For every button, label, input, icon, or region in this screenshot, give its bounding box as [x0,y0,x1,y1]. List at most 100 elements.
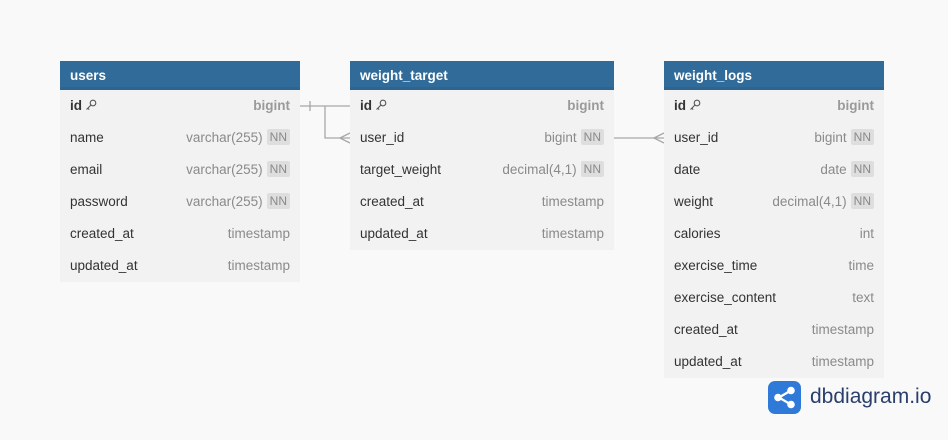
field-type: decimal(4,1) NN [772,186,874,218]
field-row[interactable]: password varchar(255) NN [60,186,300,218]
field-name-text: id [674,98,686,113]
field-name-text: user_id [360,130,405,145]
field-type-text: date [820,162,847,177]
field-type-text: timestamp [541,194,604,209]
field-name-text: target_weight [360,162,442,177]
field-type-text: timestamp [811,322,874,337]
field-type-text: bigint [837,98,874,113]
field-row[interactable]: updated_at timestamp [664,346,884,378]
field-name-text: name [70,130,104,145]
field-name: target_weight [360,154,441,186]
field-row[interactable]: date date NN [664,154,884,186]
field-row[interactable]: id bigint [664,90,884,122]
field-name: created_at [674,314,738,346]
field-type: varchar(255) NN [186,122,290,154]
field-type: varchar(255) NN [186,154,290,186]
field-name: created_at [70,218,134,250]
field-type-text: timestamp [541,226,604,241]
field-name: id [674,90,701,122]
key-icon [375,91,387,110]
field-name-text: calories [674,226,721,241]
not-null-badge: NN [850,193,874,209]
field-name-text: created_at [674,322,738,337]
field-type-text: varchar(255) [186,194,263,209]
not-null-badge: NN [266,193,290,209]
field-name: password [70,186,128,218]
field-type: date NN [820,154,874,186]
field-row[interactable]: user_id bigint NN [664,122,884,154]
field-name: created_at [360,186,424,218]
table-title[interactable]: users [60,61,300,90]
field-name-text: updated_at [674,354,742,369]
field-type: bigint NN [544,122,604,154]
field-name: updated_at [360,218,428,250]
field-row[interactable]: email varchar(255) NN [60,154,300,186]
field-row[interactable]: created_at timestamp [60,218,300,250]
field-name: user_id [674,122,718,154]
relationship-users-weight-target[interactable] [300,101,351,144]
not-null-badge: NN [850,129,874,145]
field-type-text: decimal(4,1) [502,162,577,177]
field-type: timestamp [542,218,604,250]
not-null-badge: NN [580,161,604,177]
field-row[interactable]: exercise_content text [664,282,884,314]
field-type: bigint [567,90,604,122]
field-row[interactable]: created_at timestamp [350,186,614,218]
not-null-badge: NN [580,129,604,145]
field-type-text: time [848,258,874,273]
field-type: time [848,250,874,282]
table-users[interactable]: users id bigint name varchar(255) NN email var… [60,61,300,282]
field-row[interactable]: target_weight decimal(4,1) NN [350,154,614,186]
field-type-text: timestamp [227,258,290,273]
field-type: decimal(4,1) NN [502,154,604,186]
field-name: user_id [360,122,404,154]
field-type: bigint [253,90,290,122]
field-row[interactable]: user_id bigint NN [350,122,614,154]
table-title[interactable]: weight_logs [664,61,884,90]
field-type-text: bigint [544,130,577,145]
table-weight-target[interactable]: weight_target id bigint user_id bigint NN tar… [350,61,614,250]
field-name: email [70,154,102,186]
field-type-text: decimal(4,1) [772,194,847,209]
field-list: id bigint name varchar(255) NN email varchar(2… [60,90,300,282]
key-icon [85,91,97,110]
share-nodes-icon [768,381,801,414]
field-row[interactable]: updated_at timestamp [60,250,300,282]
field-row[interactable]: weight decimal(4,1) NN [664,186,884,218]
field-name: name [70,122,104,154]
field-type: timestamp [812,346,874,378]
field-name: id [360,90,387,122]
field-type: timestamp [812,314,874,346]
field-type: int [860,218,874,250]
field-name: updated_at [70,250,138,282]
field-row[interactable]: exercise_time time [664,250,884,282]
field-row[interactable]: name varchar(255) NN [60,122,300,154]
field-row[interactable]: created_at timestamp [664,314,884,346]
field-row[interactable]: updated_at timestamp [350,218,614,250]
field-type: timestamp [228,250,290,282]
field-name: calories [674,218,721,250]
relationship-weight-target-weight-logs[interactable] [614,132,665,144]
brand-name: dbdiagram.io [810,385,932,408]
table-weight-logs[interactable]: weight_logs id bigint user_id bigint NN date d… [664,61,884,378]
field-name-text: exercise_time [674,258,758,273]
field-row[interactable]: id bigint [60,90,300,122]
field-name-text: email [70,162,103,177]
field-type: timestamp [228,218,290,250]
field-row[interactable]: id bigint [350,90,614,122]
table-title[interactable]: weight_target [350,61,614,90]
field-list: id bigint user_id bigint NN target_weight deci… [350,90,614,250]
field-type-text: bigint [253,98,290,113]
field-type-text: bigint [567,98,604,113]
field-name-text: updated_at [360,226,428,241]
field-name-text: date [674,162,701,177]
field-name: exercise_time [674,250,757,282]
field-row[interactable]: calories int [664,218,884,250]
not-null-badge: NN [266,161,290,177]
field-type-text: bigint [814,130,847,145]
key-icon [689,91,701,110]
field-name-text: exercise_content [674,290,777,305]
field-type: varchar(255) NN [186,186,290,218]
not-null-badge: NN [266,129,290,145]
field-type: bigint NN [814,122,874,154]
